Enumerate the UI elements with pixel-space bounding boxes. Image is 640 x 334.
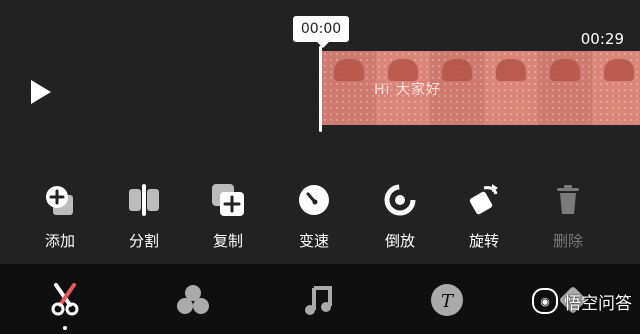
delete-icon (550, 182, 586, 218)
add-clip-icon (42, 182, 78, 218)
nav-edit[interactable] (45, 280, 85, 320)
video-clip-track[interactable]: Hi 大家好 (322, 51, 640, 125)
tool-reverse[interactable]: 倒放 (370, 182, 430, 262)
clip-thumbnail (322, 51, 376, 125)
tool-split[interactable]: 分割 (114, 182, 174, 262)
tool-speed[interactable]: 变速 (284, 182, 344, 262)
text-icon: T (431, 284, 463, 316)
tool-rotate[interactable]: 旋转 (454, 182, 514, 262)
nav-music[interactable] (299, 280, 339, 320)
speed-icon (296, 182, 332, 218)
clip-caption: Hi 大家好 (374, 82, 441, 98)
reverse-icon (382, 182, 418, 218)
tool-add[interactable]: 添加 (30, 182, 90, 262)
clip-thumbnail (484, 51, 538, 125)
wukong-logo-icon: ◉ (532, 288, 558, 314)
scissors-icon (51, 283, 79, 316)
current-time: 00:00 (293, 16, 349, 42)
tool-reverse-label: 倒放 (384, 232, 415, 250)
current-time-marker: 00:00 (293, 16, 349, 48)
total-duration: 00:29 (580, 30, 624, 48)
tool-duplicate[interactable]: 复制 (198, 182, 258, 262)
svg-text:T: T (441, 291, 455, 312)
timeline-area: 00:00 00:29 Hi 大家好 (0, 0, 640, 160)
tool-rotate-label: 旋转 (468, 232, 499, 250)
watermark: ◉ 悟空问答 (532, 288, 632, 314)
split-icon (126, 182, 162, 218)
playhead[interactable] (319, 46, 322, 132)
play-icon (31, 80, 51, 104)
tool-delete-label: 删除 (552, 232, 583, 250)
tool-delete[interactable]: 删除 (538, 182, 598, 262)
music-icon (305, 286, 332, 315)
clip-thumbnail (592, 51, 640, 125)
active-tab-indicator (63, 326, 67, 330)
tool-split-label: 分割 (128, 232, 159, 250)
nav-filter[interactable] (173, 280, 213, 320)
nav-text[interactable]: T (427, 280, 467, 320)
tool-add-label: 添加 (44, 232, 75, 250)
tool-speed-label: 变速 (298, 232, 329, 250)
filter-icon (177, 285, 209, 314)
clip-thumbnail (538, 51, 592, 125)
rotate-icon (466, 182, 502, 218)
watermark-text: 悟空问答 (564, 293, 632, 314)
edit-toolbar: 添加 分割 复制 变速 倒放 旋转 删除 (0, 160, 640, 264)
duplicate-icon (210, 182, 246, 218)
tool-duplicate-label: 复制 (212, 232, 243, 250)
play-button[interactable] (24, 74, 58, 110)
